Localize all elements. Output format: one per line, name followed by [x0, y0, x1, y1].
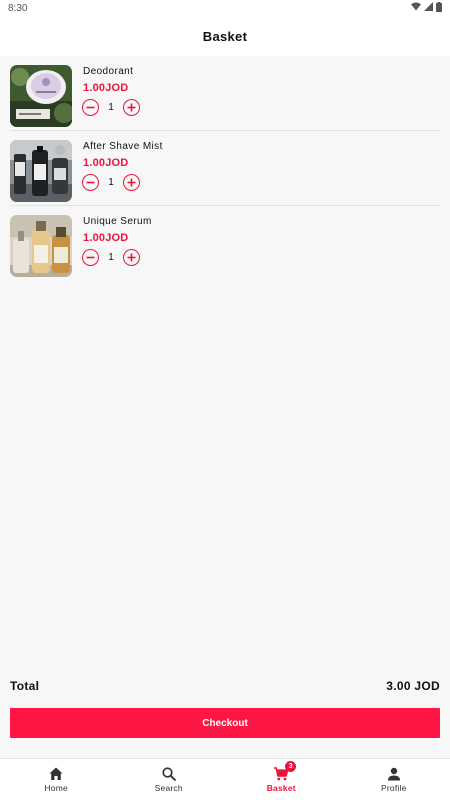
basket-list: Deodorant 1.00JOD 1 After Shave Mist 1.0…: [0, 56, 450, 281]
minus-icon: [86, 256, 95, 258]
item-name: Deodorant: [83, 66, 134, 77]
decrease-quantity-button[interactable]: [82, 173, 99, 191]
quantity-stepper: 1: [82, 98, 140, 116]
status-icons: [411, 1, 442, 15]
total-row: Total 3.00 JOD: [10, 677, 440, 695]
person-icon: [386, 766, 402, 782]
search-icon: [161, 766, 177, 782]
total-label: Total: [10, 679, 40, 693]
nav-label: Profile: [381, 783, 407, 793]
bottom-nav: Home Search 3 Basket Profile: [0, 758, 450, 800]
item-name: Unique Serum: [83, 216, 152, 227]
item-name: After Shave Mist: [83, 141, 163, 152]
basket-item: Deodorant 1.00JOD 1: [10, 56, 440, 131]
nav-label: Search: [154, 783, 183, 793]
home-icon: [48, 766, 64, 782]
nav-item-search[interactable]: Search: [113, 759, 226, 800]
minus-icon: [86, 106, 95, 108]
item-price: 1.00JOD: [83, 82, 129, 94]
signal-icon: [424, 2, 433, 14]
plus-icon: [127, 178, 136, 186]
nav-item-basket[interactable]: 3 Basket: [225, 759, 338, 800]
status-bar: 8:30: [0, 0, 450, 16]
quantity-stepper: 1: [82, 248, 140, 266]
increase-quantity-button[interactable]: [123, 98, 140, 116]
serum-image: [10, 215, 72, 277]
basket-item: Unique Serum 1.00JOD 1: [10, 206, 440, 281]
decrease-quantity-button[interactable]: [82, 98, 99, 116]
nav-item-home[interactable]: Home: [0, 759, 113, 800]
checkout-button[interactable]: Checkout: [10, 708, 440, 738]
quantity-value: 1: [108, 101, 114, 113]
page-title: Basket: [202, 28, 248, 44]
quantity-value: 1: [108, 251, 114, 263]
basket-screen: 8:30 Basket Deodorant 1.00JOD 1 After Sh…: [0, 0, 450, 800]
cart-icon: 3: [273, 761, 297, 782]
quantity-stepper: 1: [82, 173, 140, 191]
plus-icon: [127, 253, 136, 261]
status-time: 8:30: [8, 2, 28, 14]
increase-quantity-button[interactable]: [123, 248, 140, 266]
decrease-quantity-button[interactable]: [82, 248, 99, 266]
deodorant-image: [10, 65, 72, 127]
nav-label: Home: [44, 783, 68, 793]
cart-count-badge: 3: [285, 761, 297, 772]
basket-item: After Shave Mist 1.00JOD 1: [10, 131, 440, 206]
app-bar: Basket: [0, 16, 450, 56]
after-shave-image: [10, 140, 72, 202]
plus-icon: [127, 103, 136, 111]
nav-item-profile[interactable]: Profile: [338, 759, 450, 800]
total-value: 3.00 JOD: [386, 679, 440, 693]
increase-quantity-button[interactable]: [123, 173, 140, 191]
wifi-icon: [411, 2, 421, 14]
item-price: 1.00JOD: [83, 157, 129, 169]
nav-label: Basket: [266, 783, 296, 793]
battery-icon: [436, 1, 442, 15]
quantity-value: 1: [108, 176, 114, 188]
minus-icon: [86, 181, 95, 183]
item-price: 1.00JOD: [83, 232, 129, 244]
